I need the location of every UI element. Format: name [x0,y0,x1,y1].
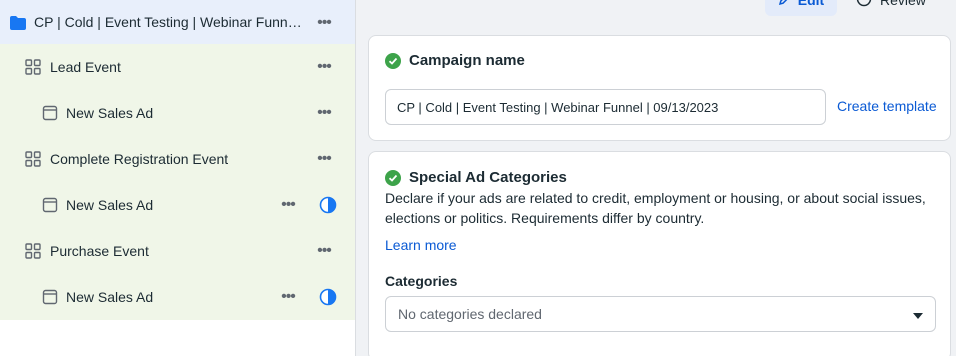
tree-row-ad[interactable]: New Sales Ad ••• [0,182,355,228]
campaign-label: CP | Cold | Event Testing | Webinar Funn… [34,14,304,30]
review-button[interactable]: Review [856,0,926,16]
ad-icon [42,289,58,305]
half-circle-icon [319,288,337,306]
special-ad-description: Declare if your ads are related to credi… [385,190,926,226]
more-options-icon[interactable]: ••• [313,104,335,122]
ad-label: New Sales Ad [66,105,154,121]
ad-label: New Sales Ad [66,289,154,305]
campaign-name-card: Campaign name CP | Cold | Event Testing … [368,35,951,141]
adset-label: Complete Registration Event [50,151,229,167]
card-title: Special Ad Categories [409,169,567,186]
review-icon [856,0,872,10]
adset-label: Purchase Event [50,243,149,259]
more-options-icon[interactable]: ••• [313,242,335,260]
more-options-icon[interactable]: ••• [313,150,335,168]
adset-label: Lead Event [50,59,121,75]
more-options-icon[interactable]: ••• [277,196,299,214]
folder-icon [10,15,26,31]
tree-row-ad[interactable]: New Sales Ad ••• [0,90,355,136]
special-ad-categories-card: Special Ad Categories Declare if your ad… [368,151,951,356]
tree-row-campaign[interactable]: CP | Cold | Event Testing | Webinar Funn… [0,0,355,46]
campaign-name-input[interactable]: CP | Cold | Event Testing | Webinar Funn… [385,89,826,125]
learn-more-link[interactable]: Learn more [385,237,457,253]
ad-label: New Sales Ad [66,197,154,213]
check-circle-icon [385,169,401,186]
more-options-icon[interactable]: ••• [313,14,335,32]
edit-label: Edit [797,0,825,8]
ad-icon [42,105,58,121]
edit-button[interactable]: Edit [765,0,837,16]
categories-dropdown[interactable]: No categories declared [385,296,936,332]
more-options-icon[interactable]: ••• [313,58,335,76]
campaign-tree: CP | Cold | Event Testing | Webinar Funn… [0,0,356,356]
create-template-link[interactable]: Create template [837,98,937,114]
ad-icon [42,197,58,213]
grid-icon [25,151,41,167]
grid-icon [25,243,41,259]
review-label: Review [880,0,926,8]
half-circle-icon [319,196,337,214]
pencil-icon [778,0,792,9]
more-options-icon[interactable]: ••• [277,288,299,306]
check-circle-icon [385,52,401,69]
tree-row-adset[interactable]: Lead Event ••• [0,44,355,90]
caret-down-icon [913,306,923,322]
tree-row-ad[interactable]: New Sales Ad ••• [0,274,355,320]
tree-row-adset[interactable]: Purchase Event ••• [0,228,355,274]
categories-label: Categories [385,273,458,289]
tree-row-adset[interactable]: Complete Registration Event ••• [0,136,355,182]
grid-icon [25,59,41,75]
card-title: Campaign name [409,52,525,69]
card-header: Special Ad Categories [385,169,567,186]
categories-placeholder: No categories declared [398,306,542,322]
card-header: Campaign name [385,52,525,69]
